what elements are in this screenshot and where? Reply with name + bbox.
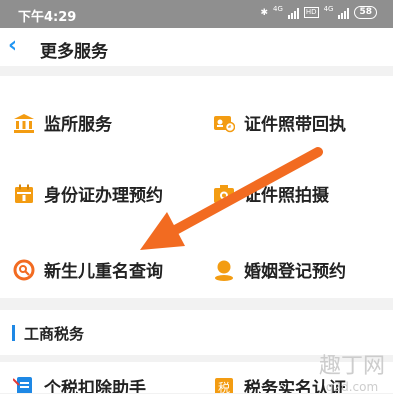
svg-text:税: 税 <box>218 381 230 394</box>
search-icon <box>13 259 35 280</box>
service-id-photo-shoot[interactable]: 证件照拍摄 <box>213 181 329 206</box>
signal-icon <box>287 7 299 19</box>
network-type: 4G <box>273 5 283 13</box>
service-marriage-appointment[interactable]: 婚姻登记预约 <box>213 257 346 282</box>
bluetooth-icon: ✱ <box>260 7 269 18</box>
camera-icon <box>214 184 234 203</box>
service-jail[interactable]: 监所服务 <box>13 110 112 135</box>
section-accent-bar <box>12 325 15 341</box>
hd-badge: HD <box>303 7 319 18</box>
status-time: 下午4:29 <box>18 10 77 25</box>
person-icon <box>215 260 233 281</box>
app-header: ‹ 更多服务 <box>0 28 393 66</box>
service-id-card-appointment[interactable]: 身份证办理预约 <box>13 181 163 206</box>
back-button[interactable]: ‹ <box>8 33 17 58</box>
building-icon <box>14 113 34 133</box>
calendar-icon <box>15 184 33 203</box>
status-bar: 下午4:29 ✱ 4G HD 4G 58 <box>0 0 393 28</box>
status-icons: ✱ 4G HD 4G 58 <box>260 6 377 19</box>
services-grid: 监所服务 证件照带回执 身份证办理预约 证件照拍摄 新生儿重名查询 婚姻登记预约 <box>0 76 393 298</box>
page-title: 更多服务 <box>40 42 108 62</box>
tax-icon: 税 <box>215 377 233 394</box>
id-photo-receipt-icon <box>214 115 235 132</box>
service-label: 新生儿重名查询 <box>44 262 163 282</box>
service-label: 监所服务 <box>44 115 112 135</box>
service-id-photo-receipt[interactable]: 证件照带回执 <box>213 110 346 135</box>
battery-indicator: 58 <box>354 6 377 19</box>
watermark-title: 趣丁网 <box>318 354 385 379</box>
service-label: 个税扣除助手 <box>44 379 146 393</box>
signal-icon-2 <box>338 7 350 19</box>
watermark-url: q2d.com <box>325 380 379 394</box>
service-tax-deduction[interactable]: 个税扣除助手 <box>13 374 146 393</box>
document-icon <box>13 376 32 393</box>
service-label: 婚姻登记预约 <box>244 262 346 282</box>
service-label: 证件照带回执 <box>244 115 346 135</box>
service-newborn-name-query[interactable]: 新生儿重名查询 <box>13 257 163 282</box>
network-type-2: 4G <box>323 5 334 13</box>
section-title: 工商税务 <box>24 325 85 343</box>
watermark: 趣丁网 q2d.com <box>319 348 385 394</box>
service-label: 身份证办理预约 <box>44 186 163 206</box>
service-label: 证件照拍摄 <box>244 186 329 206</box>
